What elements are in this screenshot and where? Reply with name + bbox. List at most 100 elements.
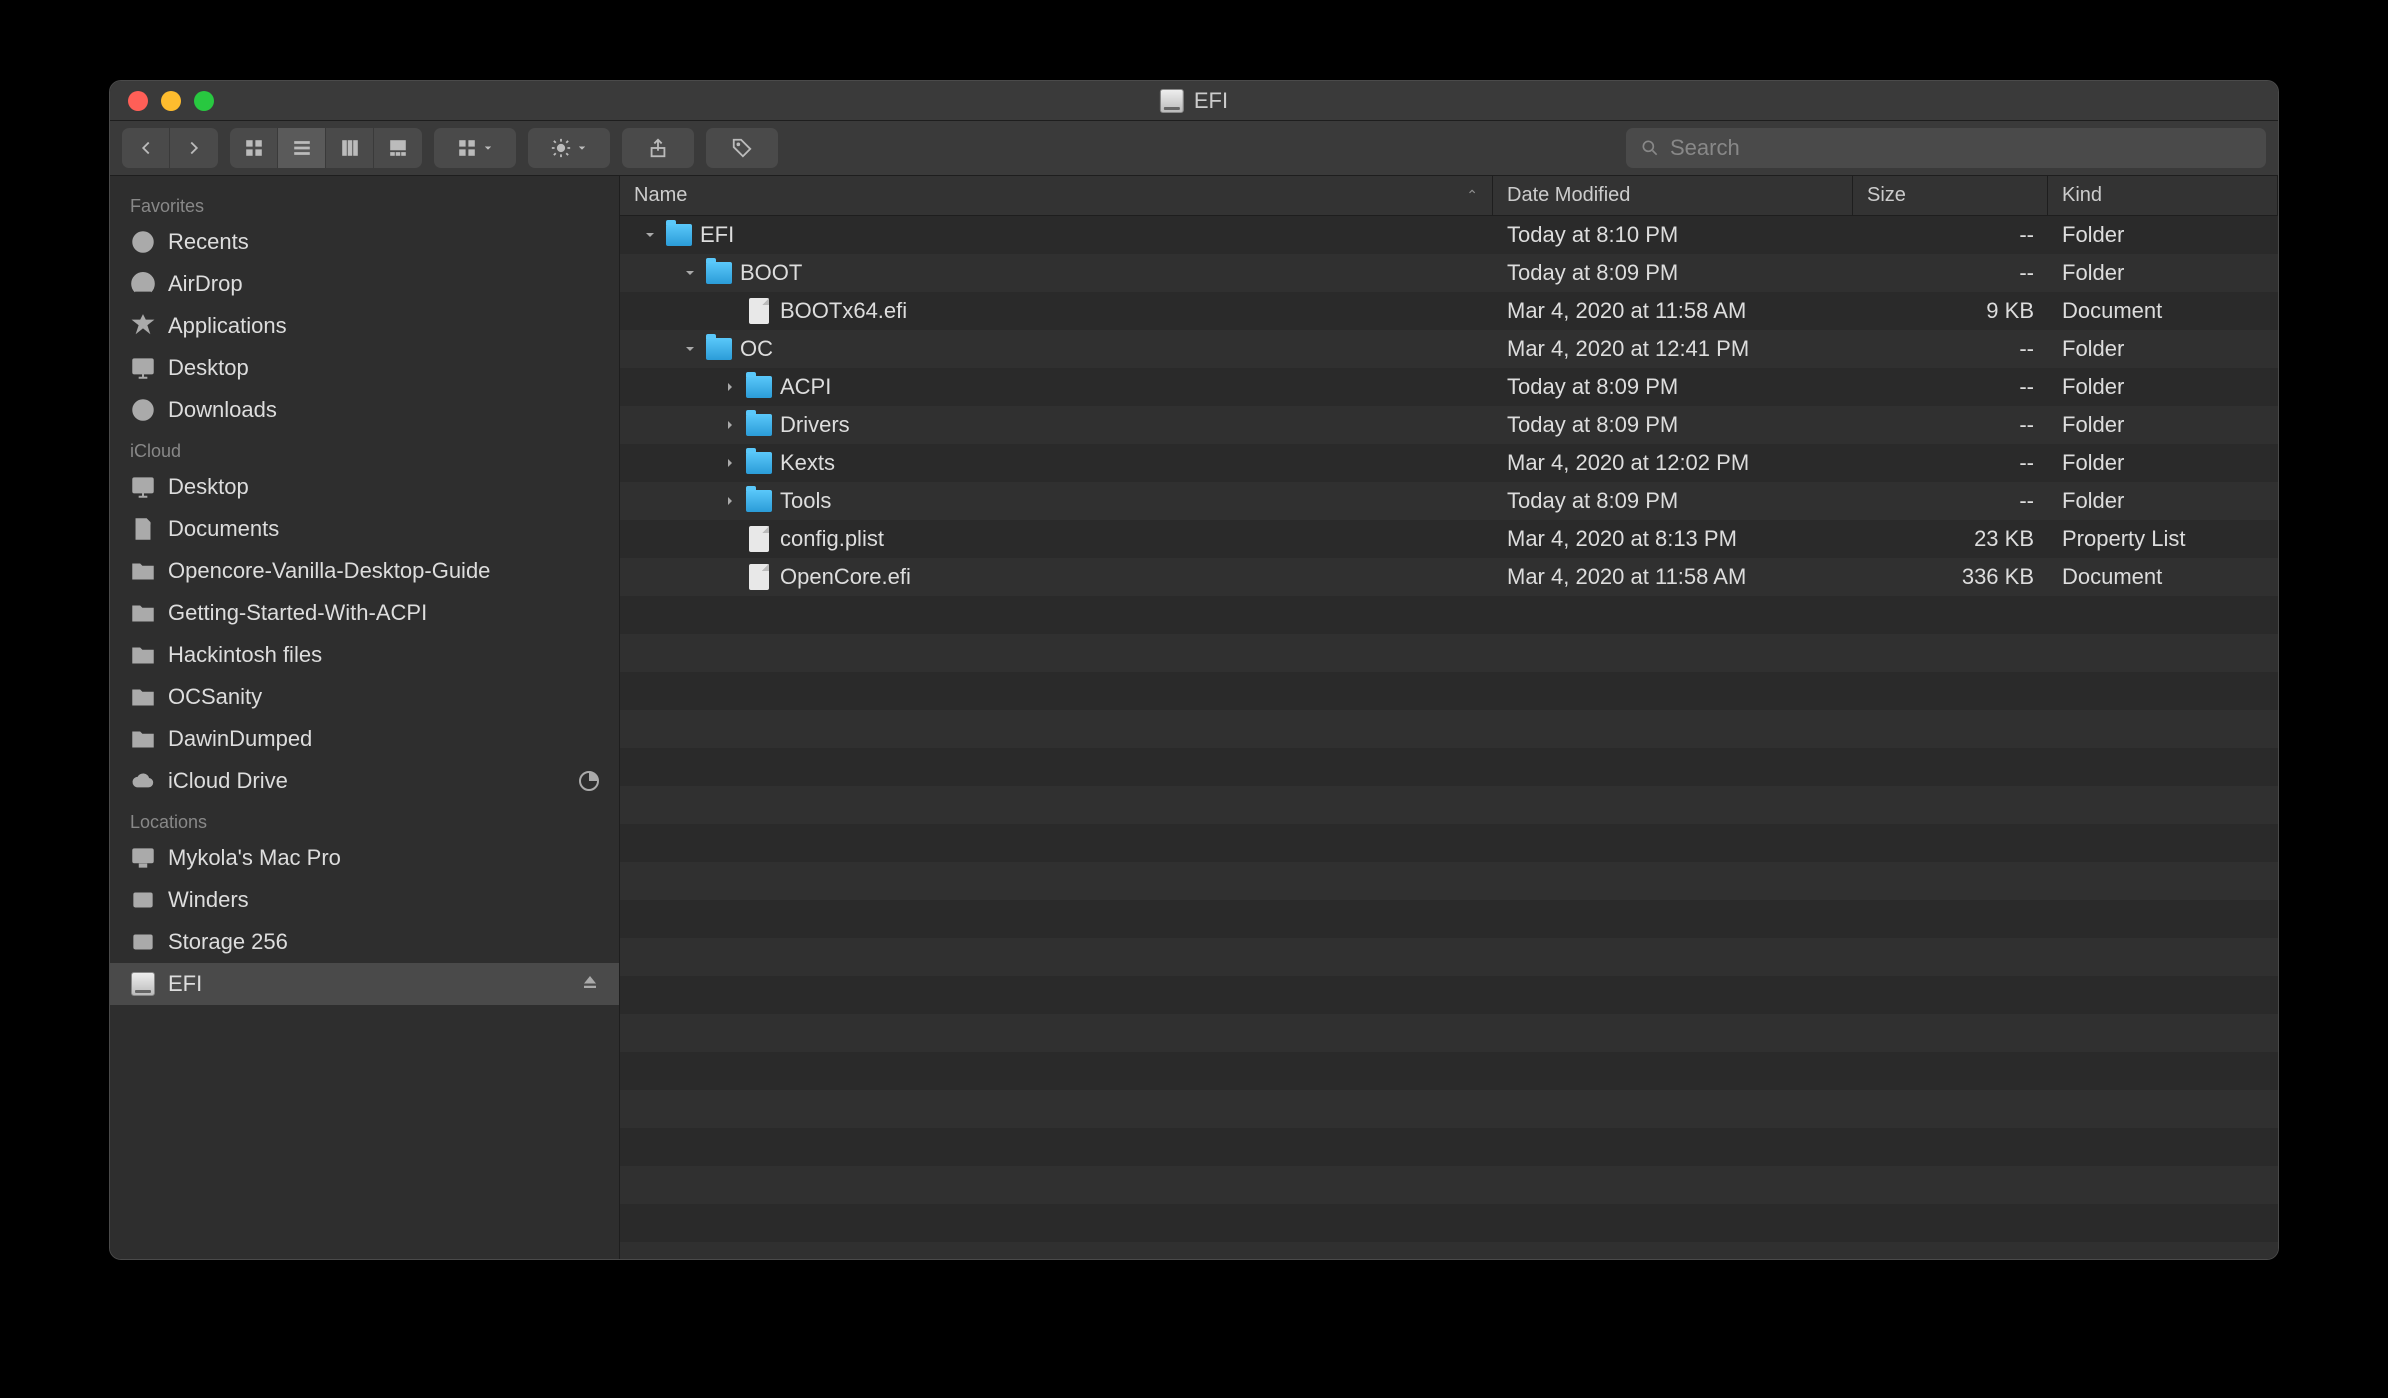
sidebar-item-efi[interactable]: EFI bbox=[110, 963, 619, 1005]
sidebar-item-dawindumped[interactable]: DawinDumped bbox=[110, 718, 619, 760]
file-content: Name⌃ Date Modified Size Kind EFIToday a… bbox=[620, 176, 2278, 1259]
eject-icon[interactable] bbox=[581, 971, 599, 997]
file-icon bbox=[749, 526, 769, 552]
disk-icon bbox=[130, 971, 156, 997]
file-row[interactable]: config.plistMar 4, 2020 at 8:13 PM23 KBP… bbox=[620, 520, 2278, 558]
file-row[interactable]: ACPIToday at 8:09 PM--Folder bbox=[620, 368, 2278, 406]
col-name[interactable]: Name⌃ bbox=[620, 176, 1493, 215]
sidebar-item-label: Documents bbox=[168, 516, 279, 542]
file-row[interactable]: BOOTToday at 8:09 PM--Folder bbox=[620, 254, 2278, 292]
file-date: Mar 4, 2020 at 12:41 PM bbox=[1493, 336, 1853, 362]
close-button[interactable] bbox=[128, 91, 148, 111]
sidebar-item-airdrop[interactable]: AirDrop bbox=[110, 263, 619, 305]
disclosure-triangle bbox=[722, 303, 738, 319]
action-button[interactable] bbox=[528, 128, 610, 168]
file-size: 9 KB bbox=[1853, 298, 2048, 324]
sidebar-item-icloud-drive[interactable]: iCloud Drive bbox=[110, 760, 619, 802]
file-row[interactable]: KextsMar 4, 2020 at 12:02 PM--Folder bbox=[620, 444, 2278, 482]
folder-icon bbox=[130, 642, 156, 668]
file-row[interactable]: EFIToday at 8:10 PM--Folder bbox=[620, 216, 2278, 254]
sidebar-item-applications[interactable]: Applications bbox=[110, 305, 619, 347]
file-date: Mar 4, 2020 at 11:58 AM bbox=[1493, 564, 1853, 590]
sidebar-item-label: Winders bbox=[168, 887, 249, 913]
disclosure-triangle[interactable] bbox=[722, 379, 738, 395]
sidebar-item-getting-started-with-acpi[interactable]: Getting-Started-With-ACPI bbox=[110, 592, 619, 634]
col-date[interactable]: Date Modified bbox=[1493, 176, 1853, 215]
search-box[interactable] bbox=[1626, 128, 2266, 168]
file-date: Today at 8:09 PM bbox=[1493, 412, 1853, 438]
gallery-view-button[interactable] bbox=[374, 128, 422, 168]
file-size: -- bbox=[1853, 488, 2048, 514]
tags-button[interactable] bbox=[706, 128, 778, 168]
sidebar-section-header: iCloud bbox=[110, 431, 619, 466]
folder-icon bbox=[746, 414, 772, 436]
disclosure-triangle bbox=[722, 569, 738, 585]
search-input[interactable] bbox=[1670, 135, 2252, 161]
disclosure-triangle[interactable] bbox=[722, 417, 738, 433]
empty-row bbox=[620, 786, 2278, 824]
empty-row bbox=[620, 1052, 2278, 1090]
file-name: Tools bbox=[780, 488, 831, 514]
file-icon bbox=[749, 298, 769, 324]
file-row[interactable]: OpenCore.efiMar 4, 2020 at 11:58 AM336 K… bbox=[620, 558, 2278, 596]
sidebar: FavoritesRecentsAirDropApplicationsDeskt… bbox=[110, 176, 620, 1259]
window-title: EFI bbox=[1160, 88, 1228, 114]
toolbar bbox=[110, 121, 2278, 176]
file-date: Mar 4, 2020 at 12:02 PM bbox=[1493, 450, 1853, 476]
share-button[interactable] bbox=[622, 128, 694, 168]
search-icon bbox=[1640, 138, 1660, 158]
sidebar-item-desktop[interactable]: Desktop bbox=[110, 466, 619, 508]
zoom-button[interactable] bbox=[194, 91, 214, 111]
disk-icon bbox=[1160, 89, 1184, 113]
clock-icon bbox=[130, 229, 156, 255]
file-row[interactable]: DriversToday at 8:09 PM--Folder bbox=[620, 406, 2278, 444]
apps-icon bbox=[130, 313, 156, 339]
disclosure-triangle[interactable] bbox=[682, 265, 698, 281]
file-kind: Folder bbox=[2048, 374, 2278, 400]
back-button[interactable] bbox=[122, 128, 170, 168]
sidebar-item-winders[interactable]: Winders bbox=[110, 879, 619, 921]
file-date: Today at 8:09 PM bbox=[1493, 260, 1853, 286]
downloads-icon bbox=[130, 397, 156, 423]
sidebar-item-mykola-s-mac-pro[interactable]: Mykola's Mac Pro bbox=[110, 837, 619, 879]
disclosure-triangle[interactable] bbox=[682, 341, 698, 357]
forward-button[interactable] bbox=[170, 128, 218, 168]
sidebar-item-recents[interactable]: Recents bbox=[110, 221, 619, 263]
disclosure-triangle[interactable] bbox=[642, 227, 658, 243]
sidebar-item-storage-256[interactable]: Storage 256 bbox=[110, 921, 619, 963]
empty-row bbox=[620, 976, 2278, 1014]
sidebar-item-desktop[interactable]: Desktop bbox=[110, 347, 619, 389]
folder-icon bbox=[130, 600, 156, 626]
folder-icon bbox=[746, 452, 772, 474]
file-row[interactable]: ToolsToday at 8:09 PM--Folder bbox=[620, 482, 2278, 520]
file-size: -- bbox=[1853, 260, 2048, 286]
empty-row bbox=[620, 900, 2278, 938]
folder-icon bbox=[706, 262, 732, 284]
column-view-button[interactable] bbox=[326, 128, 374, 168]
sidebar-item-downloads[interactable]: Downloads bbox=[110, 389, 619, 431]
arrange-button[interactable] bbox=[434, 128, 516, 168]
column-header: Name⌃ Date Modified Size Kind bbox=[620, 176, 2278, 216]
file-kind: Folder bbox=[2048, 260, 2278, 286]
list-view-button[interactable] bbox=[278, 128, 326, 168]
file-row[interactable]: BOOTx64.efiMar 4, 2020 at 11:58 AM9 KBDo… bbox=[620, 292, 2278, 330]
file-name: EFI bbox=[700, 222, 734, 248]
col-size[interactable]: Size bbox=[1853, 176, 2048, 215]
empty-row bbox=[620, 862, 2278, 900]
minimize-button[interactable] bbox=[161, 91, 181, 111]
col-kind[interactable]: Kind bbox=[2048, 176, 2278, 215]
file-size: 23 KB bbox=[1853, 526, 2048, 552]
sidebar-item-ocsanity[interactable]: OCSanity bbox=[110, 676, 619, 718]
titlebar: EFI bbox=[110, 81, 2278, 121]
disclosure-triangle bbox=[722, 531, 738, 547]
sidebar-item-opencore-vanilla-desktop-guide[interactable]: Opencore-Vanilla-Desktop-Guide bbox=[110, 550, 619, 592]
disclosure-triangle[interactable] bbox=[722, 493, 738, 509]
file-row[interactable]: OCMar 4, 2020 at 12:41 PM--Folder bbox=[620, 330, 2278, 368]
icon-view-button[interactable] bbox=[230, 128, 278, 168]
file-kind: Folder bbox=[2048, 412, 2278, 438]
action-group bbox=[528, 128, 610, 168]
sidebar-item-documents[interactable]: Documents bbox=[110, 508, 619, 550]
disclosure-triangle[interactable] bbox=[722, 455, 738, 471]
sidebar-item-hackintosh-files[interactable]: Hackintosh files bbox=[110, 634, 619, 676]
file-list: EFIToday at 8:10 PM--FolderBOOTToday at … bbox=[620, 216, 2278, 1259]
